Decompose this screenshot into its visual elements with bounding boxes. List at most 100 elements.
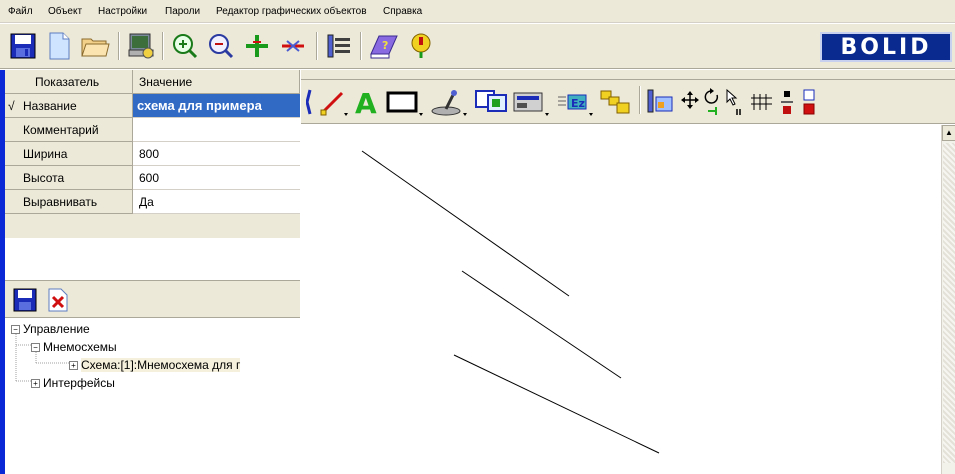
left-panel: Показатель Значение √ Название схема для… — [0, 70, 300, 474]
joystick-tool-button[interactable] — [429, 86, 469, 118]
property-value-input[interactable]: 800 — [133, 142, 300, 166]
vertical-scrollbar[interactable]: ▲ — [941, 125, 955, 474]
editor-toolbar: A Ez — [301, 80, 955, 124]
save-button[interactable] — [6, 29, 40, 63]
properties-empty-area — [5, 238, 300, 280]
drawn-line[interactable] — [461, 270, 622, 379]
rectangle-tool-icon — [386, 91, 423, 116]
column-header-name[interactable]: Показатель — [5, 70, 133, 94]
grip-icon — [306, 89, 312, 115]
move-tool-button[interactable] — [679, 86, 701, 118]
object-properties-icon — [647, 89, 673, 113]
drawing-canvas[interactable] — [301, 125, 941, 474]
info-button[interactable] — [404, 29, 438, 63]
property-row[interactable]: Выравнивать Да — [5, 190, 300, 214]
property-name: √ Название — [5, 94, 133, 118]
toolbar-separator — [639, 86, 641, 114]
property-value-input[interactable]: 600 — [133, 166, 300, 190]
object-properties-button[interactable] — [645, 86, 677, 118]
add-item-button[interactable] — [240, 29, 274, 63]
move-icon — [681, 91, 699, 109]
property-row[interactable]: Высота 600 — [5, 166, 300, 190]
group-icon — [600, 90, 630, 114]
menu-bar: Файл Объект Настройки Пароли Редактор гр… — [0, 0, 955, 23]
menu-file[interactable]: Файл — [8, 6, 33, 17]
open-icon — [81, 38, 110, 57]
device-icon — [513, 92, 549, 116]
settings-tools-icon — [327, 34, 350, 58]
grid-icon — [751, 94, 772, 110]
zoom-out-button[interactable] — [204, 29, 238, 63]
zoom-out-icon — [209, 34, 234, 59]
rectangle-tool-button[interactable] — [385, 86, 425, 118]
config-button[interactable] — [124, 29, 158, 63]
config-icon — [128, 33, 154, 59]
save-icon — [13, 288, 37, 312]
new-icon — [49, 32, 70, 60]
image-tool-button[interactable] — [473, 86, 509, 118]
bolid-logo: BOLID — [820, 32, 952, 62]
property-row[interactable]: Ширина 800 — [5, 142, 300, 166]
menu-graphics-editor[interactable]: Редактор графических объектов — [216, 6, 367, 17]
canvas-drawing — [361, 150, 660, 454]
property-name-label: Комментарий — [5, 118, 133, 142]
menu-settings[interactable]: Настройки — [98, 6, 147, 17]
new-document-button[interactable] — [42, 29, 76, 63]
menu-passwords[interactable]: Пароли — [165, 6, 200, 17]
pointer-tool-button[interactable] — [723, 86, 745, 118]
grid-tool-button[interactable] — [749, 86, 775, 118]
line-tool-button[interactable] — [317, 86, 349, 118]
delete-icon — [48, 288, 68, 312]
svg-text:Ez: Ez — [571, 97, 585, 110]
property-name-label: Ширина — [5, 142, 133, 166]
properties-header: Показатель Значение — [5, 70, 300, 94]
scrollbar-thumb[interactable] — [943, 143, 955, 463]
toolbar-separator — [360, 32, 362, 60]
rotate-tool-button[interactable] — [701, 86, 723, 118]
group-tool-button[interactable] — [599, 86, 633, 118]
toolbar-grip[interactable] — [305, 86, 313, 118]
rotate-icon — [704, 88, 719, 115]
zoom-in-button[interactable] — [168, 29, 202, 63]
tree-delete-button[interactable] — [47, 288, 71, 312]
info-icon — [411, 33, 431, 58]
property-row[interactable]: Комментарий — [5, 118, 300, 142]
tree-guide-lines — [15, 334, 69, 382]
toolbar-separator — [316, 32, 318, 60]
menu-object[interactable]: Объект — [48, 6, 82, 17]
joystick-icon — [431, 90, 467, 116]
logo-text: BOLID — [840, 34, 932, 60]
image-icon — [475, 90, 507, 112]
text-tool-button[interactable]: A — [351, 86, 381, 118]
label-edit-icon: Ez — [558, 94, 593, 116]
property-value-input[interactable]: Да — [133, 190, 300, 214]
object-tree: − Управление − Мнемосхемы + Схема:[1]:Мнемо… — [5, 318, 300, 474]
property-name-label: Название — [23, 99, 77, 113]
label-edit-tool-button[interactable]: Ez — [555, 86, 595, 118]
align-icon — [781, 91, 793, 114]
pointer-icon — [726, 88, 741, 115]
drawn-line[interactable] — [453, 354, 660, 454]
help-book-button[interactable]: ? — [366, 29, 400, 63]
property-row[interactable]: √ Название схема для примера — [5, 94, 300, 118]
scroll-up-button[interactable]: ▲ — [942, 125, 955, 141]
property-value-input[interactable]: схема для примера — [133, 94, 300, 118]
remove-item-button[interactable] — [276, 29, 310, 63]
properties-filler — [5, 214, 300, 238]
tree-toolbar — [5, 280, 300, 318]
drawn-line[interactable] — [361, 150, 570, 297]
column-header-value[interactable]: Значение — [133, 70, 300, 94]
property-value-input[interactable] — [133, 118, 300, 142]
property-name-label: Выравнивать — [5, 190, 133, 214]
device-tool-button[interactable] — [511, 86, 551, 118]
tools-button[interactable] — [322, 29, 356, 63]
menu-help[interactable]: Справка — [383, 6, 422, 17]
color-tool-button[interactable] — [799, 86, 819, 118]
open-button[interactable] — [78, 29, 112, 63]
tree-save-button[interactable] — [13, 288, 37, 312]
save-icon — [10, 33, 36, 59]
editor-splitter[interactable] — [301, 70, 955, 80]
zoom-in-icon — [173, 34, 198, 59]
align-tool-button[interactable] — [777, 86, 797, 118]
toolbar-separator — [118, 32, 120, 60]
